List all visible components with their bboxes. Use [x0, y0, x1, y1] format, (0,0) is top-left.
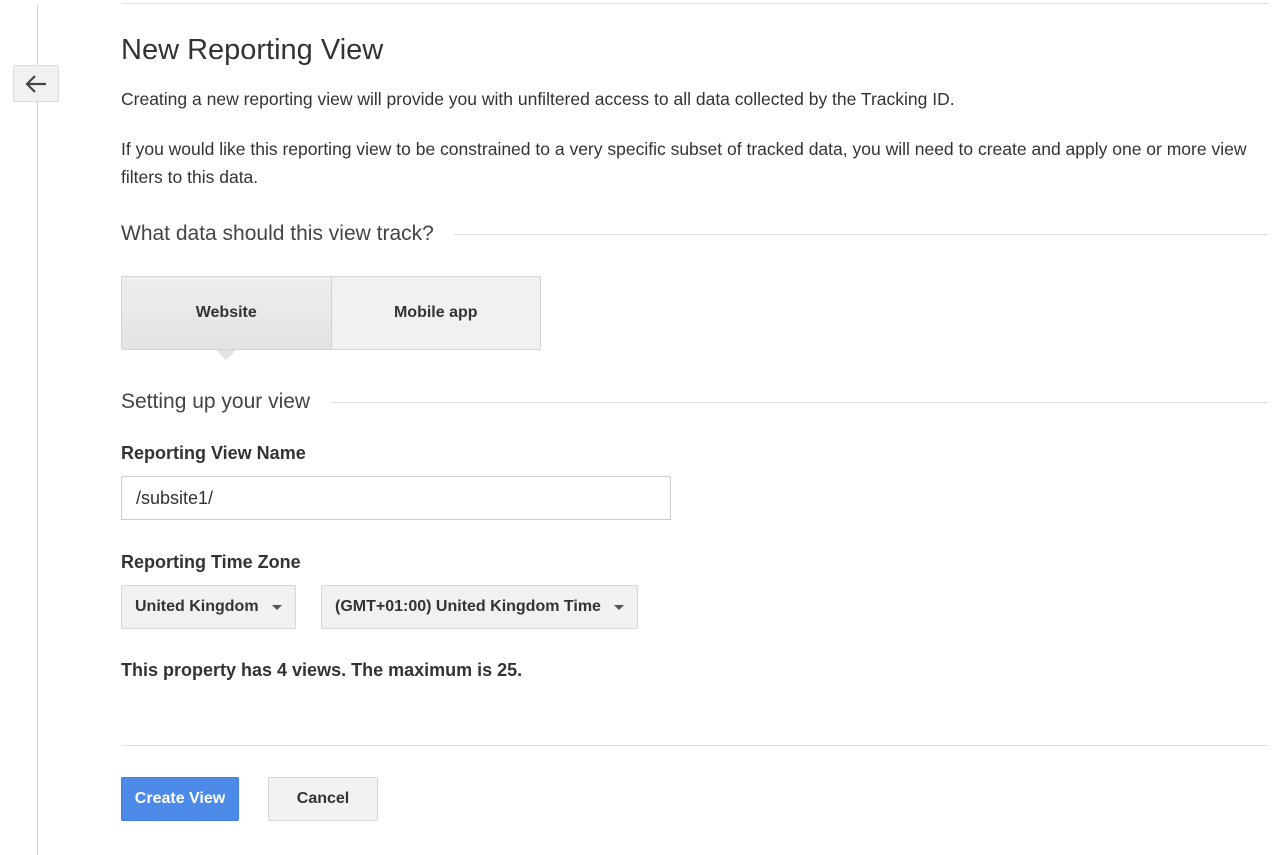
page-title: New Reporting View — [121, 34, 384, 66]
left-rail-divider — [37, 4, 38, 855]
view-name-input[interactable] — [121, 476, 671, 520]
section-rule — [330, 401, 1268, 403]
create-view-button[interactable]: Create View — [121, 777, 239, 821]
section-title: Setting up your view — [121, 390, 311, 413]
chevron-down-icon — [271, 604, 282, 610]
arrow-left-icon — [25, 74, 46, 93]
option-mobile-app[interactable]: Mobile app — [331, 277, 540, 349]
track-section-header: What data should this view track? — [121, 222, 1268, 246]
back-button[interactable] — [13, 65, 59, 102]
chevron-down-icon — [613, 604, 624, 610]
country-value: United Kingdom — [135, 598, 259, 615]
timezone-value: (GMT+01:00) United Kingdom Time — [335, 598, 601, 615]
filter-note: If you would like this reporting view to… — [121, 139, 1247, 187]
track-type-toggle: Website Mobile app — [121, 276, 541, 360]
country-select[interactable]: United Kingdom — [121, 585, 296, 629]
cancel-button[interactable]: Cancel — [268, 777, 378, 821]
section-title: What data should this view track? — [121, 222, 434, 245]
setup-section-header: Setting up your view — [121, 390, 1268, 414]
section-rule — [453, 233, 1268, 235]
timezone-select[interactable]: (GMT+01:00) United Kingdom Time — [321, 585, 638, 629]
time-zone-label: Reporting Time Zone — [121, 552, 301, 572]
views-count-info: This property has 4 views. The maximum i… — [121, 660, 523, 680]
bottom-divider — [121, 745, 1268, 746]
view-name-label: Reporting View Name — [121, 443, 306, 463]
intro-text: Creating a new reporting view will provi… — [121, 89, 955, 109]
top-divider — [121, 3, 1268, 4]
option-website[interactable]: Website — [122, 277, 332, 360]
